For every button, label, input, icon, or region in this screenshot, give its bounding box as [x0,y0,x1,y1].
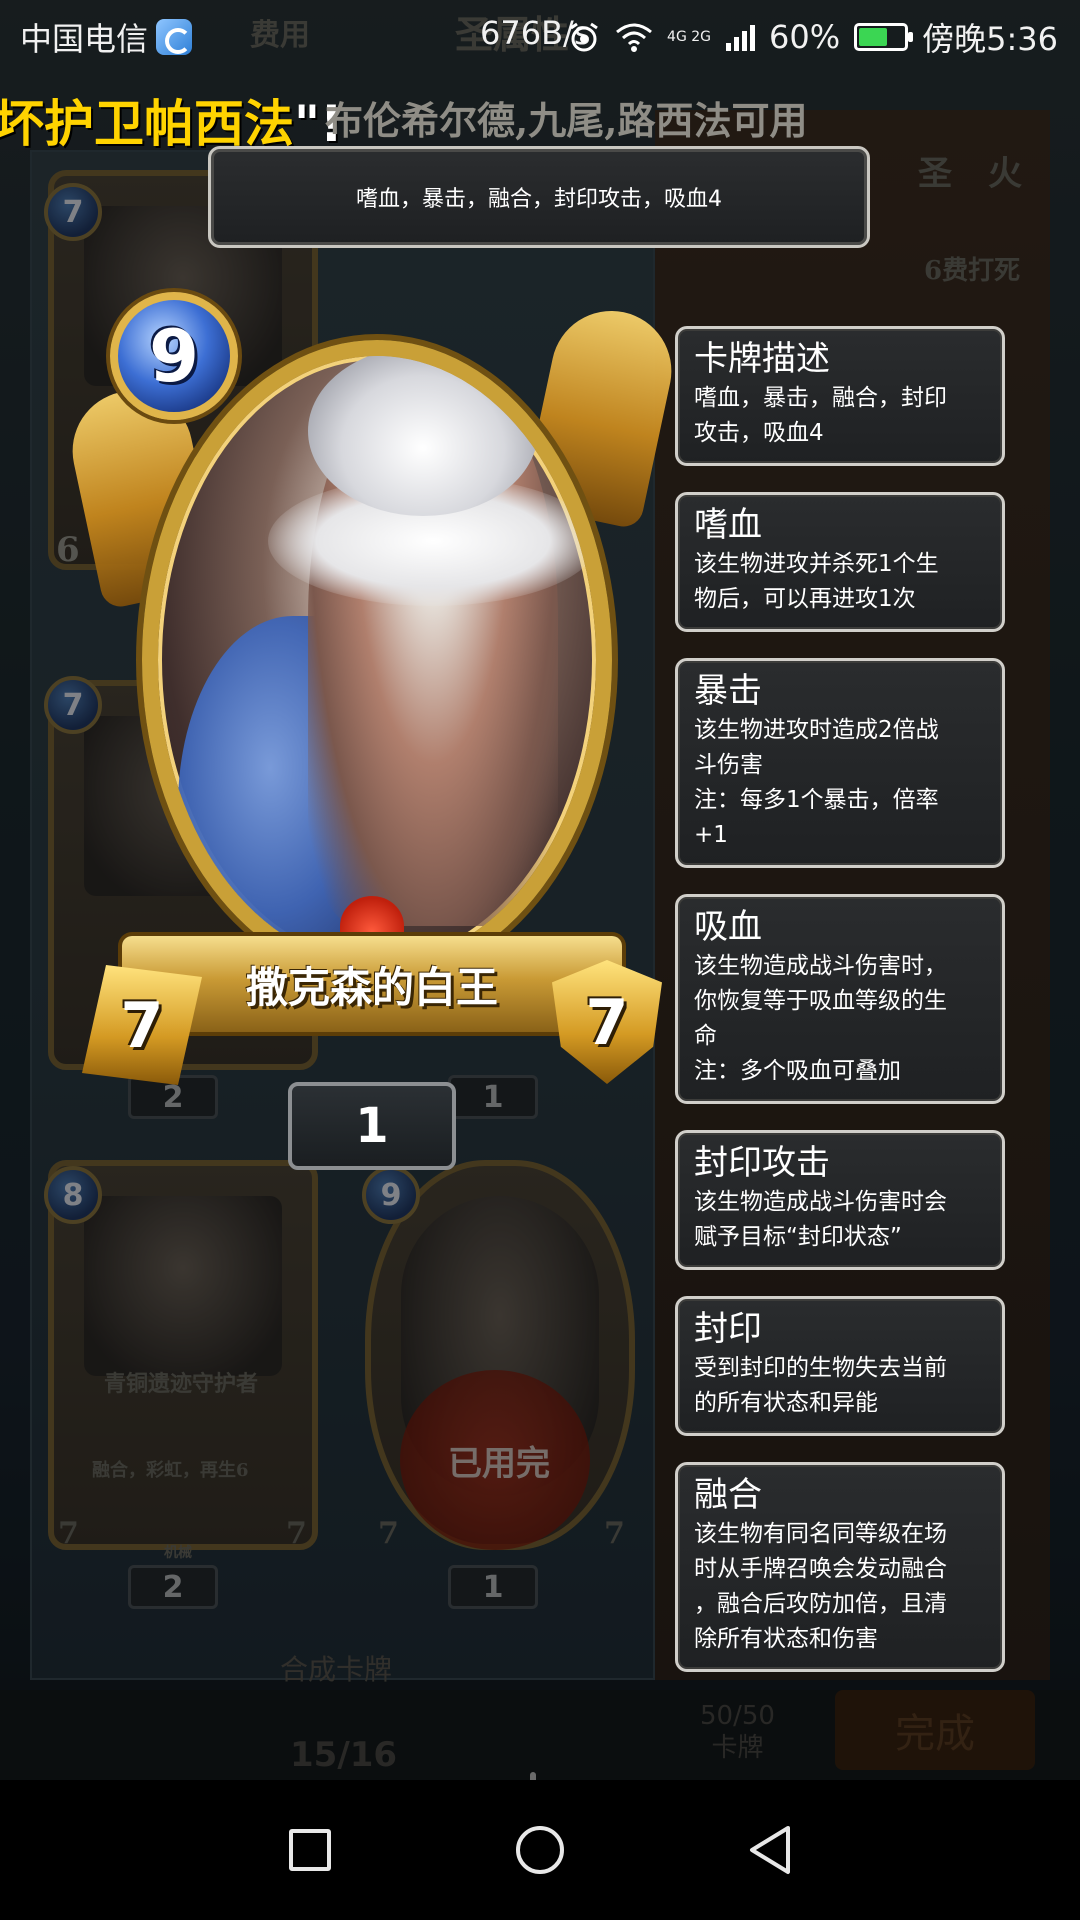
battery-icon [854,23,914,51]
keyword-title: 吸血 [694,907,762,947]
card-cost: 9 [110,292,238,420]
keyword-title: 封印 [694,1309,762,1349]
battery-fill [859,28,887,46]
circle-icon [516,1826,564,1874]
keyword-panel-lifesteal: 吸血 该生物造成战斗伤害时， 你恢复等于吸血等级的生 命 注：多个吸血可叠加 [675,894,1005,1104]
keyword-panel-seal: 封印 受到封印的生物失去当前 的所有状态和异能 [675,1296,1005,1436]
keyword-panel-description: 卡牌描述 嗜血，暴击，融合，封印 攻击，吸血4 [675,326,1005,466]
keyword-title: 融合 [694,1475,762,1515]
keyword-title: 嗜血 [694,505,762,545]
carrier-name: 中国电信 [20,20,149,58]
keyword-title: 封印攻击 [694,1143,830,1183]
status-icons: 4G 2G 60% 傍晚5:36 [567,0,1058,74]
keyword-text: 该生物进攻并杀死1个生 物后，可以再进攻1次 [694,551,939,612]
keyword-title: 卡牌描述 [694,339,830,379]
signal-icon [726,25,755,51]
square-icon [289,1829,331,1871]
card-art-hair [308,356,538,516]
card-health: 7 [552,960,662,1084]
card-attack: 7 [82,965,202,1085]
battery-percent: 60% [769,18,841,56]
alarm-icon [570,22,598,52]
marquee-highlight-text: 坏护卫帕西法 [0,95,294,153]
keyword-panel-seal-attack: 封印攻击 该生物造成战斗伤害时会 赋予目标“封印状态” [675,1130,1005,1270]
keyword-text: 该生物造成战斗伤害时， 你恢复等于吸血等级的生 命 注：多个吸血可叠加 [694,953,947,1084]
card-count: 1 [288,1082,456,1170]
keyword-panel-bloodthirst: 嗜血 该生物进攻并杀死1个生 物后，可以再进攻1次 [675,492,1005,632]
wifi-icon [616,23,652,52]
system-nav-bar [0,1780,1080,1920]
keyword-title: 暴击 [694,671,762,711]
home-button[interactable] [500,1810,580,1890]
keyword-text: 该生物进攻时造成2倍战 斗伤害 注：每多1个暴击，倍率 +1 [694,717,939,848]
back-button[interactable] [730,1810,810,1890]
marquee-text: 布伦希尔德,九尾,路西法可用 [325,98,808,143]
card-art-frame [142,340,612,980]
notification-app-icon [156,19,193,55]
keyword-text: 该生物有同名同等级在场 时从手牌召唤会发动融合 ，融合后攻防加倍，且清 除所有状… [694,1521,947,1652]
keyword-panel-critical: 暴击 该生物进攻时造成2倍战 斗伤害 注：每多1个暴击，倍率 +1 [675,658,1005,868]
keyword-text: 嗜血，暴击，融合，封印 攻击，吸血4 [694,385,947,446]
triangle-back-icon [750,1826,790,1874]
keyword-text: 受到封印的生物失去当前 的所有状态和异能 [694,1355,947,1416]
keyword-text: 该生物造成战斗伤害时会 赋予目标“封印状态” [694,1189,947,1250]
card-summary-tooltip: 嗜血，暴击，融合，封印攻击，吸血4 [208,146,870,248]
carrier: 中国电信 [20,14,193,60]
status-bar: 中国电信 676B/s 4G 2G 60% 傍晚5:36 [0,0,1080,74]
card-detail[interactable]: 9 撒克森的白王 7 7 [61,292,683,1085]
network-type: 4G 2G [667,29,711,45]
clock: 傍晚5:36 [922,20,1058,58]
recent-apps-button[interactable] [270,1810,350,1890]
keyword-panel-fusion: 融合 该生物有同名同等级在场 时从手牌召唤会发动融合 ，融合后攻防加倍，且清 除… [675,1462,1005,1672]
